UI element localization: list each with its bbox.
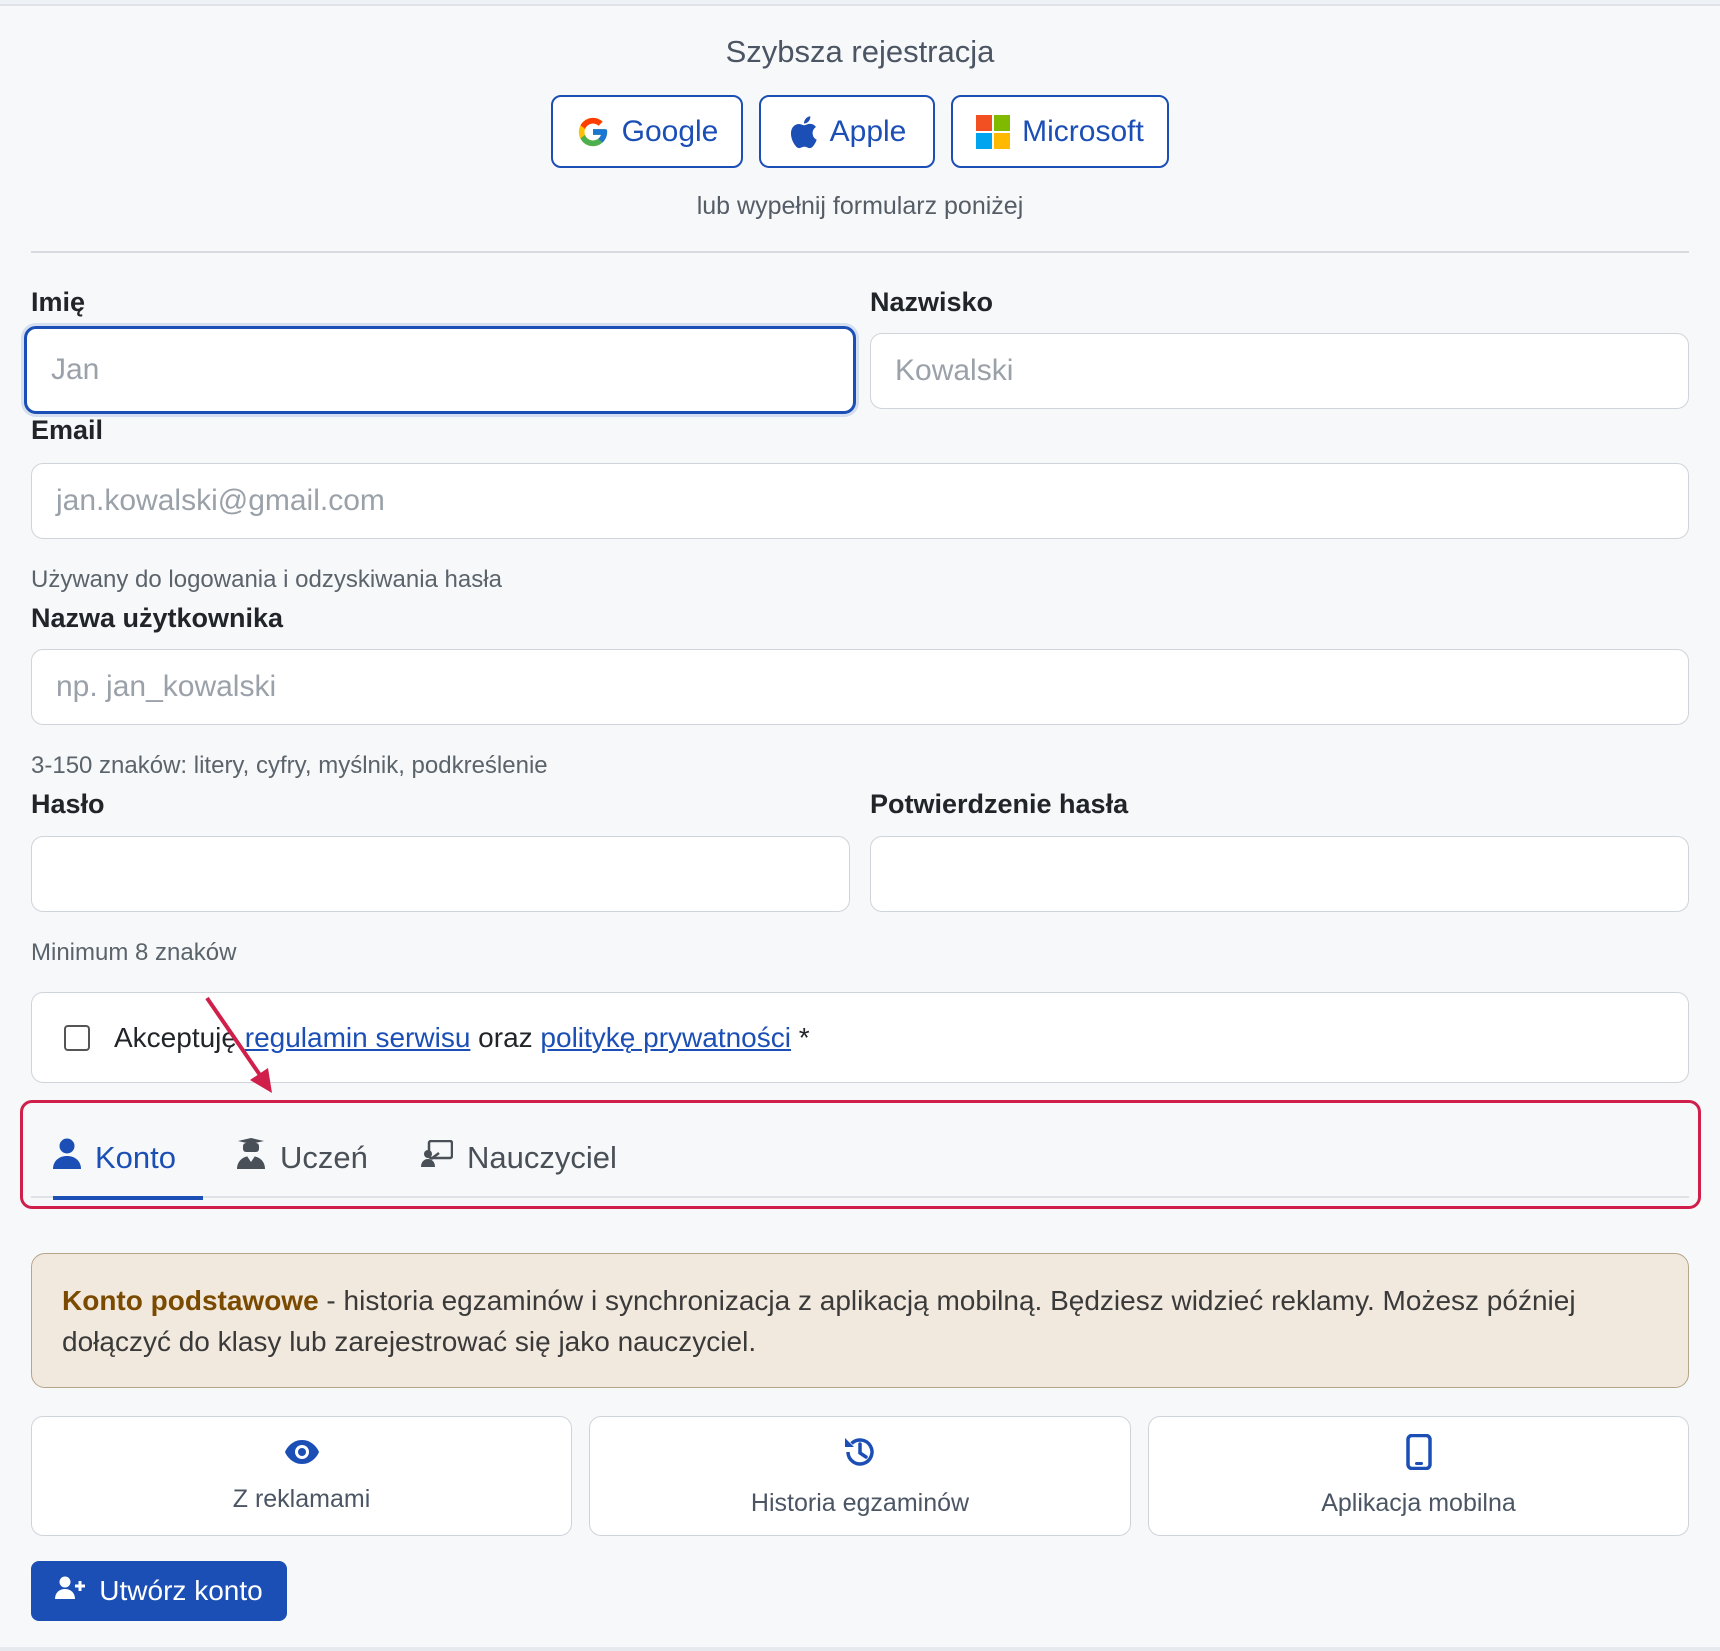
info-title: Konto podstawowe (62, 1285, 319, 1316)
microsoft-label: Microsoft (1022, 114, 1144, 148)
social-title: Szybsza rejestracja (725, 34, 995, 69)
tab-konto-label: Konto (95, 1140, 177, 1175)
terms-checkbox[interactable] (64, 1024, 90, 1051)
create-account-button[interactable]: Utwórz konto (31, 1561, 287, 1621)
last-name-input[interactable]: Kowalski (870, 333, 1689, 409)
or-text: lub wypełnij formularz poniżej (696, 192, 1024, 220)
microsoft-button[interactable]: Microsoft (951, 95, 1169, 168)
feature-history-label: Historia egzaminów (750, 1489, 970, 1517)
email-input[interactable]: jan.kowalski@gmail.com (31, 463, 1689, 539)
mobile-icon (1405, 1433, 1432, 1477)
terms-middle: oraz (470, 1021, 541, 1053)
account-type-tabs: Konto Uczeń Nauczyciel (31, 1118, 1689, 1200)
password-input[interactable] (31, 836, 850, 912)
annotation-arrow (205, 996, 272, 1093)
password-confirm-label: Potwierdzenie hasła (870, 789, 1129, 819)
first-name-label: Imię (31, 287, 86, 317)
tab-uczen-label: Uczeń (280, 1140, 368, 1175)
feature-mobile-card: Aplikacja mobilna (1148, 1416, 1689, 1536)
top-border (0, 0, 1720, 6)
first-name-input[interactable]: Jan (24, 326, 856, 414)
feature-history-card: Historia egzaminów (589, 1416, 1131, 1536)
terms-prefix: Akceptuję (114, 1021, 245, 1053)
apple-icon (788, 115, 818, 149)
google-label: Google (621, 114, 719, 148)
terms-box: Akceptuję regulamin serwisu oraz polityk… (31, 992, 1689, 1083)
create-account-label: Utwórz konto (99, 1575, 263, 1606)
password-help: Minimum 8 znaków (31, 939, 237, 966)
apple-label: Apple (829, 114, 907, 148)
feature-ads-card: Z reklamami (31, 1416, 572, 1536)
username-label: Nazwa użytkownika (31, 603, 284, 633)
apple-button[interactable]: Apple (759, 95, 935, 168)
tab-nauczyciel[interactable]: Nauczyciel (421, 1118, 617, 1198)
tab-uczen[interactable]: Uczeń (236, 1118, 368, 1198)
active-tab-indicator (53, 1196, 203, 1200)
password-confirm-input[interactable] (870, 836, 1689, 912)
email-help: Używany do logowania i odzyskiwania hasł… (31, 566, 502, 593)
last-name-label: Nazwisko (870, 287, 994, 317)
email-label: Email (31, 415, 104, 445)
terms-link[interactable]: regulamin serwisu (245, 1022, 471, 1054)
username-input[interactable]: np. jan_kowalski (31, 649, 1689, 725)
graduate-icon (236, 1138, 266, 1178)
user-icon (53, 1138, 81, 1178)
google-button[interactable]: Google (551, 95, 743, 168)
google-icon (576, 115, 610, 149)
microsoft-icon (976, 114, 1011, 149)
divider (31, 251, 1689, 253)
tab-nauczyciel-label: Nauczyciel (467, 1140, 617, 1175)
eye-icon (284, 1438, 320, 1473)
user-plus-icon (55, 1575, 86, 1607)
account-info-box: Konto podstawowe - historia egzaminów i … (31, 1253, 1689, 1388)
teacher-icon (421, 1139, 454, 1176)
history-icon (842, 1434, 878, 1477)
username-help: 3-150 znaków: litery, cyfry, myślnik, po… (31, 752, 548, 779)
social-buttons: Google Apple Microsoft (0, 95, 1720, 168)
feature-ads-label: Z reklamami (232, 1485, 371, 1513)
tab-konto[interactable]: Konto (53, 1118, 203, 1200)
bottom-border (0, 1647, 1720, 1651)
privacy-link[interactable]: politykę prywatności (540, 1022, 791, 1054)
terms-required-mark: * (790, 1021, 810, 1053)
password-label: Hasło (31, 789, 105, 819)
feature-mobile-label: Aplikacja mobilna (1321, 1489, 1516, 1517)
